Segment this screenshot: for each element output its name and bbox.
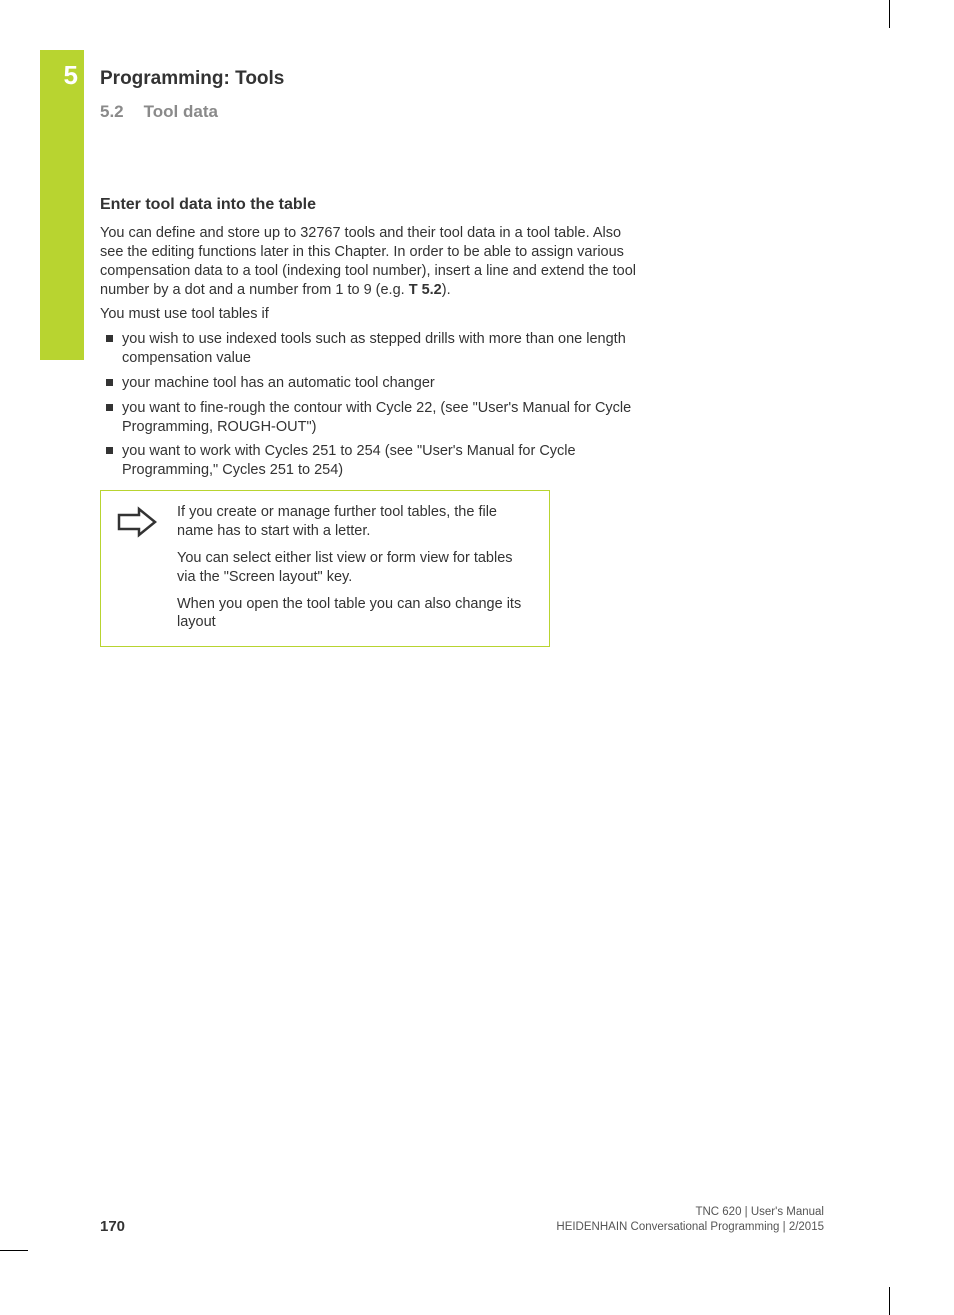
section-number: 5.2 bbox=[100, 102, 124, 122]
note-paragraph: When you open the tool table you can als… bbox=[177, 595, 535, 633]
bullet-list: you wish to use indexed tools such as st… bbox=[100, 330, 640, 480]
chapter-title: Programming: Tools bbox=[100, 68, 284, 90]
page-number: 170 bbox=[100, 1218, 125, 1235]
note-paragraph: If you create or manage further tool tab… bbox=[177, 503, 535, 541]
note-text: If you create or manage further tool tab… bbox=[177, 503, 535, 632]
subheading: Enter tool data into the table bbox=[100, 196, 640, 214]
section-title: Tool data bbox=[144, 102, 218, 121]
footer-line: TNC 620 | User's Manual bbox=[556, 1205, 824, 1220]
note-paragraph: You can select either list view or form … bbox=[177, 549, 535, 587]
intro-paragraph: You can define and store up to 32767 too… bbox=[100, 224, 640, 299]
crop-mark bbox=[0, 1250, 28, 1251]
arrow-right-icon bbox=[115, 503, 159, 544]
list-item: you wish to use indexed tools such as st… bbox=[100, 330, 640, 368]
lead-in-paragraph: You must use tool tables if bbox=[100, 305, 640, 324]
page-footer: 170 TNC 620 | User's Manual HEIDENHAIN C… bbox=[100, 1205, 824, 1235]
footer-meta: TNC 620 | User's Manual HEIDENHAIN Conve… bbox=[556, 1205, 824, 1235]
crop-mark bbox=[889, 1287, 890, 1315]
intro-text-after: ). bbox=[442, 282, 451, 298]
chapter-number: 5 bbox=[40, 60, 84, 91]
content-body: Enter tool data into the table You can d… bbox=[100, 196, 640, 647]
crop-mark bbox=[889, 0, 890, 28]
chapter-tab bbox=[40, 50, 84, 360]
inline-code: T 5.2 bbox=[409, 282, 442, 298]
footer-line: HEIDENHAIN Conversational Programming | … bbox=[556, 1220, 824, 1235]
section-heading: 5.2 Tool data bbox=[100, 102, 218, 122]
note-box: If you create or manage further tool tab… bbox=[100, 490, 550, 647]
intro-text: You can define and store up to 32767 too… bbox=[100, 225, 636, 298]
list-item: you want to fine-rough the contour with … bbox=[100, 399, 640, 437]
list-item: you want to work with Cycles 251 to 254 … bbox=[100, 442, 640, 480]
list-item: your machine tool has an automatic tool … bbox=[100, 374, 640, 393]
